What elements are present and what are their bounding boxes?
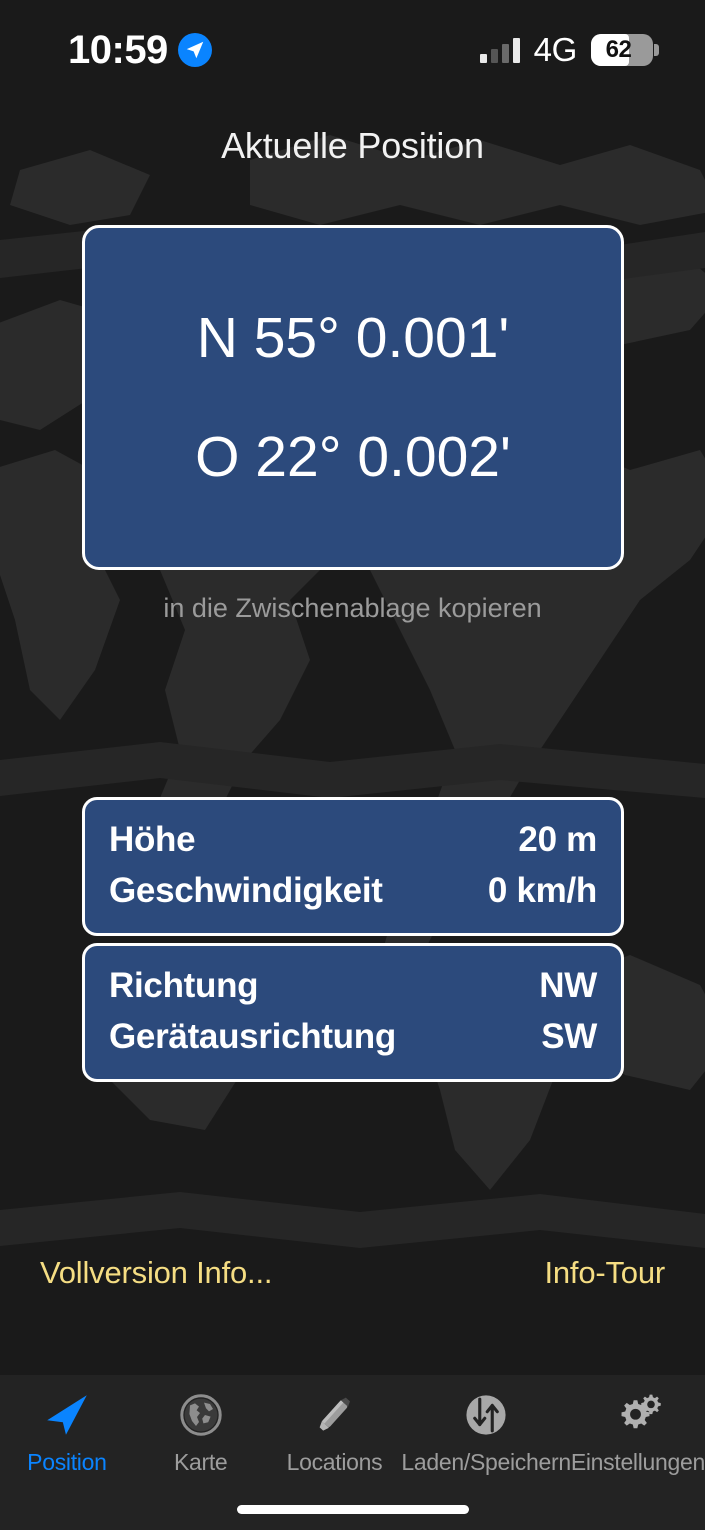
- world-map-background: [0, 0, 705, 1380]
- tab-label-laden-speichern: Laden/Speichern: [401, 1449, 571, 1475]
- tab-einstellungen[interactable]: Einstellungen: [571, 1387, 705, 1476]
- tab-locations[interactable]: Locations: [268, 1387, 402, 1476]
- tab-label-einstellungen: Einstellungen: [570, 1449, 705, 1475]
- latitude-value: N 55° 0.001': [196, 305, 510, 370]
- cellular-signal-icon: [479, 37, 520, 63]
- home-indicator[interactable]: [236, 1505, 469, 1514]
- altitude-value: 20 m: [518, 820, 597, 859]
- info-tour-link[interactable]: Info-Tour: [544, 1255, 665, 1291]
- copy-to-clipboard-hint[interactable]: in die Zwischenablage kopieren: [0, 593, 705, 624]
- heading-orientation-card[interactable]: Richtung NW Gerätausrichtung SW: [82, 943, 624, 1082]
- page-title: Aktuelle Position: [221, 125, 484, 166]
- link-row: Vollversion Info... Info-Tour: [0, 1255, 705, 1291]
- navigation-arrow-icon: [42, 1387, 92, 1443]
- tab-label-karte: Karte: [173, 1449, 228, 1475]
- altitude-label: Höhe: [109, 820, 196, 859]
- heading-value: NW: [539, 966, 597, 1005]
- battery-indicator: 62: [591, 34, 659, 66]
- speed-label: Geschwindigkeit: [109, 871, 383, 911]
- tab-karte[interactable]: Karte: [134, 1387, 268, 1476]
- globe-icon: [177, 1387, 225, 1443]
- status-bar: 10:59 4G 62: [0, 0, 705, 100]
- network-type-label: 4G: [533, 31, 578, 68]
- info-row: Richtung NW: [109, 960, 597, 1011]
- speed-value: 0 km/h: [487, 871, 597, 911]
- load-save-arrows-icon: [461, 1387, 511, 1443]
- info-row: Höhe 20 m: [109, 814, 597, 865]
- status-clock: 10:59: [68, 27, 168, 72]
- status-bar-right: 4G 62: [479, 31, 659, 69]
- coordinates-card[interactable]: N 55° 0.001' O 22° 0.002': [82, 225, 624, 570]
- full-version-info-link[interactable]: Vollversion Info...: [40, 1255, 272, 1291]
- gears-icon: [612, 1387, 664, 1443]
- battery-level-label: 62: [605, 36, 632, 63]
- info-row: Geschwindigkeit 0 km/h: [109, 865, 597, 916]
- pencil-icon: [310, 1387, 358, 1443]
- battery-cap: [654, 44, 659, 56]
- tab-laden-speichern[interactable]: Laden/Speichern: [401, 1387, 571, 1476]
- device-orientation-value: SW: [541, 1017, 597, 1057]
- device-orientation-label: Gerätausrichtung: [109, 1017, 396, 1057]
- altitude-speed-card[interactable]: Höhe 20 m Geschwindigkeit 0 km/h: [82, 797, 624, 936]
- location-services-icon: [177, 33, 212, 67]
- tab-position[interactable]: Position: [0, 1387, 134, 1476]
- tab-label-locations: Locations: [286, 1449, 383, 1475]
- tab-label-position: Position: [27, 1449, 107, 1475]
- status-bar-left: 10:59: [68, 28, 212, 73]
- app-screen: 10:59 4G 62 Aktuelle Position N 55° 0.00…: [0, 0, 705, 1530]
- heading-label: Richtung: [109, 966, 259, 1005]
- longitude-value: O 22° 0.002': [195, 424, 511, 489]
- info-row: Gerätausrichtung SW: [109, 1011, 597, 1062]
